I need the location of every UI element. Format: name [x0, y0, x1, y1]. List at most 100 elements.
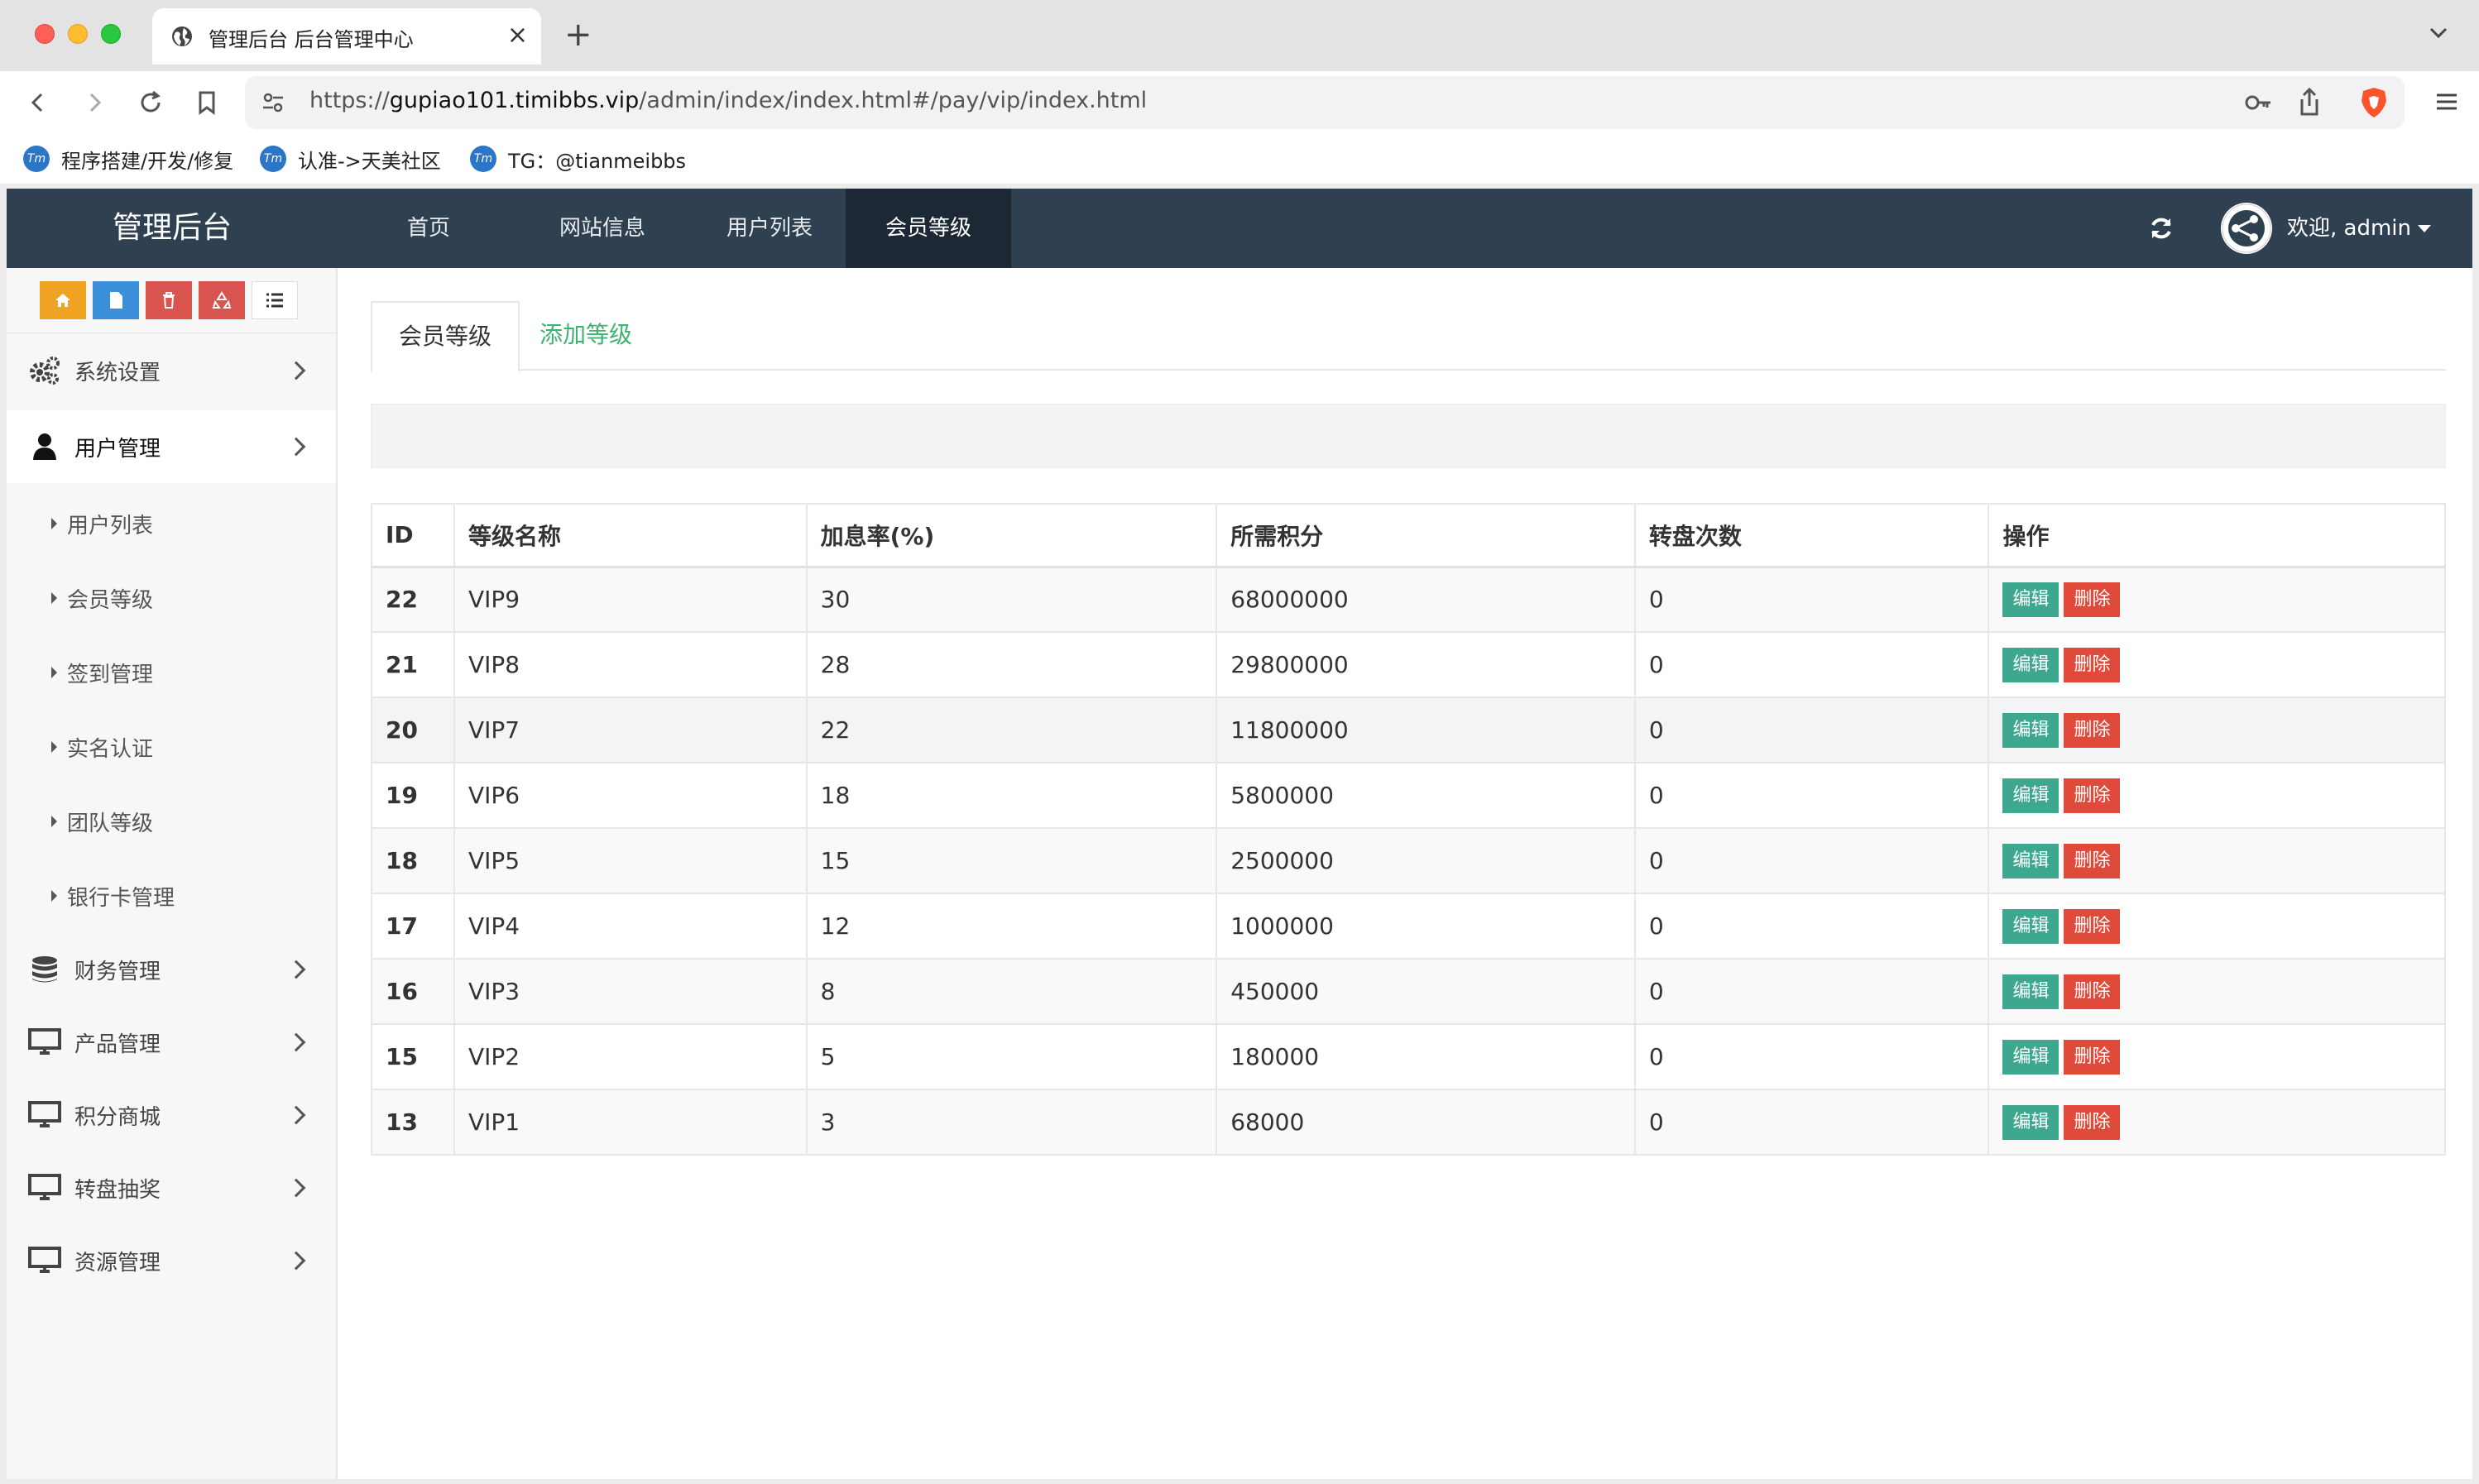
- table-cell: 22: [371, 566, 455, 633]
- sidebar-subitem-label: 用户列表: [67, 513, 154, 539]
- table-cell: VIP3: [453, 958, 808, 1025]
- tab-member-level[interactable]: 会员等级: [371, 301, 520, 372]
- avatar[interactable]: [2221, 203, 2272, 254]
- edit-button[interactable]: 编辑: [2002, 778, 2059, 813]
- brave-shield-icon[interactable]: [2360, 86, 2388, 119]
- menu-site-info[interactable]: 网站信息: [536, 189, 669, 268]
- table-cell: 0: [1633, 697, 1990, 764]
- caret-right-icon: [51, 592, 57, 604]
- sidebar-subitem-bank-card[interactable]: 银行卡管理: [7, 859, 336, 933]
- hamburger-menu-icon[interactable]: [2433, 88, 2461, 116]
- bookmark-label: TG：@tianmeibbs: [508, 149, 687, 173]
- delete-button[interactable]: 删除: [2064, 647, 2121, 682]
- filter-bar: [371, 404, 2446, 468]
- edit-button[interactable]: 编辑: [2002, 1039, 2059, 1075]
- sidebar-item-user-management[interactable]: 用户管理: [7, 410, 336, 483]
- zoom-window-button[interactable]: [101, 24, 121, 44]
- sidebar-item-finance[interactable]: 财务管理: [7, 933, 336, 1006]
- sidebar-subitem-label: 会员等级: [67, 587, 154, 613]
- edit-button[interactable]: 编辑: [2002, 843, 2059, 878]
- sidebar-item-points-mall[interactable]: 积分商城: [7, 1079, 336, 1151]
- main-content: 会员等级 添加等级 ID 等级名称 加息率(%) 所需积分 转盘次数 操作 22…: [371, 268, 2448, 1479]
- table-header-row: ID 等级名称 加息率(%) 所需积分 转盘次数 操作: [371, 503, 2446, 568]
- table-cell: 0: [1633, 958, 1990, 1025]
- bookmark-item[interactable]: Tm 程序搭建/开发/修复: [23, 144, 233, 174]
- admin-app: 管理后台 首页 网站信息 用户列表 会员等级 欢迎, admin 系统设置 用户…: [7, 189, 2472, 1479]
- caret-down-icon: [2418, 225, 2431, 232]
- brand-title[interactable]: 管理后台: [7, 189, 338, 268]
- delete-button[interactable]: 删除: [2064, 843, 2121, 878]
- table-cell: 0: [1633, 827, 1990, 894]
- sidebar-subitem-realname[interactable]: 实名认证: [7, 710, 336, 784]
- reload-icon[interactable]: [136, 88, 165, 117]
- tm-logo-icon: Tm: [23, 146, 50, 172]
- table-cell: 12: [805, 893, 1218, 960]
- sidebar-item-lottery[interactable]: 转盘抽奖: [7, 1151, 336, 1224]
- recycle-button[interactable]: [199, 281, 245, 319]
- back-icon[interactable]: [23, 88, 53, 117]
- delete-button[interactable]: 删除: [2064, 974, 2121, 1009]
- menu-user-list[interactable]: 用户列表: [703, 189, 836, 268]
- table-cell: 3: [805, 1089, 1218, 1156]
- edit-button[interactable]: 编辑: [2002, 647, 2059, 682]
- key-icon[interactable]: [2244, 89, 2272, 116]
- actions-cell: 编辑 删除: [1988, 893, 2446, 960]
- caret-right-icon: [51, 741, 57, 753]
- delete-button[interactable]: 删除: [2064, 1104, 2121, 1140]
- tab-close-icon[interactable]: ×: [507, 20, 528, 51]
- delete-button[interactable]: 删除: [2064, 1039, 2121, 1075]
- table-row: 16 VIP3 8 450000 0 编辑 删除: [371, 958, 2446, 1025]
- user-menu[interactable]: 欢迎, admin: [2287, 189, 2431, 268]
- bookmark-item[interactable]: Tm 认准->天美社区: [260, 144, 441, 174]
- delete-button[interactable]: 删除: [2064, 712, 2121, 748]
- trash-button[interactable]: [146, 281, 192, 319]
- delete-button[interactable]: 删除: [2064, 778, 2121, 813]
- menu-member-level[interactable]: 会员等级: [846, 189, 1011, 268]
- recycle-icon: [212, 291, 232, 309]
- browser-tab[interactable]: 管理后台 后台管理中心 ×: [152, 8, 541, 65]
- table-cell: VIP7: [453, 697, 808, 764]
- address-bar[interactable]: https://gupiao101.timibbs.vip/admin/inde…: [245, 76, 2405, 129]
- new-tab-icon[interactable]: +: [564, 15, 592, 55]
- list-button[interactable]: [252, 281, 298, 319]
- welcome-text: 欢迎, admin: [2287, 216, 2411, 241]
- edit-button[interactable]: 编辑: [2002, 582, 2059, 617]
- table-row: 15 VIP2 5 180000 0 编辑 删除: [371, 1023, 2446, 1090]
- delete-button[interactable]: 删除: [2064, 582, 2121, 617]
- sidebar-subitem-member-level[interactable]: 会员等级: [7, 561, 336, 635]
- share-icon[interactable]: [2297, 86, 2322, 117]
- url-text[interactable]: https://gupiao101.timibbs.vip/admin/inde…: [309, 88, 1147, 113]
- sidebar-subitem-signin[interactable]: 签到管理: [7, 635, 336, 710]
- tm-logo-icon: Tm: [260, 146, 286, 172]
- site-settings-icon[interactable]: [260, 89, 286, 116]
- navigation-bar: https://gupiao101.timibbs.vip/admin/inde…: [0, 71, 2479, 134]
- sidebar-item-resources[interactable]: 资源管理: [7, 1224, 336, 1297]
- actions-cell: 编辑 删除: [1988, 566, 2446, 633]
- bookmark-item[interactable]: Tm TG：@tianmeibbs: [470, 144, 686, 174]
- sidebar-item-products[interactable]: 产品管理: [7, 1006, 336, 1079]
- delete-button[interactable]: 删除: [2064, 908, 2121, 944]
- sidebar-subitem-team-level[interactable]: 团队等级: [7, 784, 336, 859]
- edit-button[interactable]: 编辑: [2002, 974, 2059, 1009]
- home-button[interactable]: [40, 281, 86, 319]
- table-row: 22 VIP9 30 68000000 0 编辑 删除: [371, 566, 2446, 633]
- forward-icon[interactable]: [79, 88, 109, 117]
- close-window-button[interactable]: [35, 24, 55, 44]
- minimize-window-button[interactable]: [68, 24, 88, 44]
- tab-add-level[interactable]: 添加等级: [513, 301, 659, 371]
- menu-home[interactable]: 首页: [371, 189, 487, 268]
- table-cell: VIP5: [453, 827, 808, 894]
- edit-button[interactable]: 编辑: [2002, 908, 2059, 944]
- sidebar-subitem-label: 实名认证: [67, 736, 154, 762]
- edit-button[interactable]: 编辑: [2002, 1104, 2059, 1140]
- top-navbar: 管理后台 首页 网站信息 用户列表 会员等级 欢迎, admin: [7, 189, 2472, 268]
- file-button[interactable]: [93, 281, 139, 319]
- chevron-down-icon[interactable]: [2426, 20, 2451, 45]
- edit-button[interactable]: 编辑: [2002, 712, 2059, 748]
- list-icon: [266, 293, 283, 308]
- sidebar-item-system-settings[interactable]: 系统设置: [7, 334, 336, 407]
- bookmark-icon[interactable]: [192, 88, 222, 117]
- sidebar-subitem-user-list[interactable]: 用户列表: [7, 486, 336, 561]
- column-header: 操作: [1988, 503, 2446, 568]
- refresh-icon[interactable]: [2148, 215, 2175, 242]
